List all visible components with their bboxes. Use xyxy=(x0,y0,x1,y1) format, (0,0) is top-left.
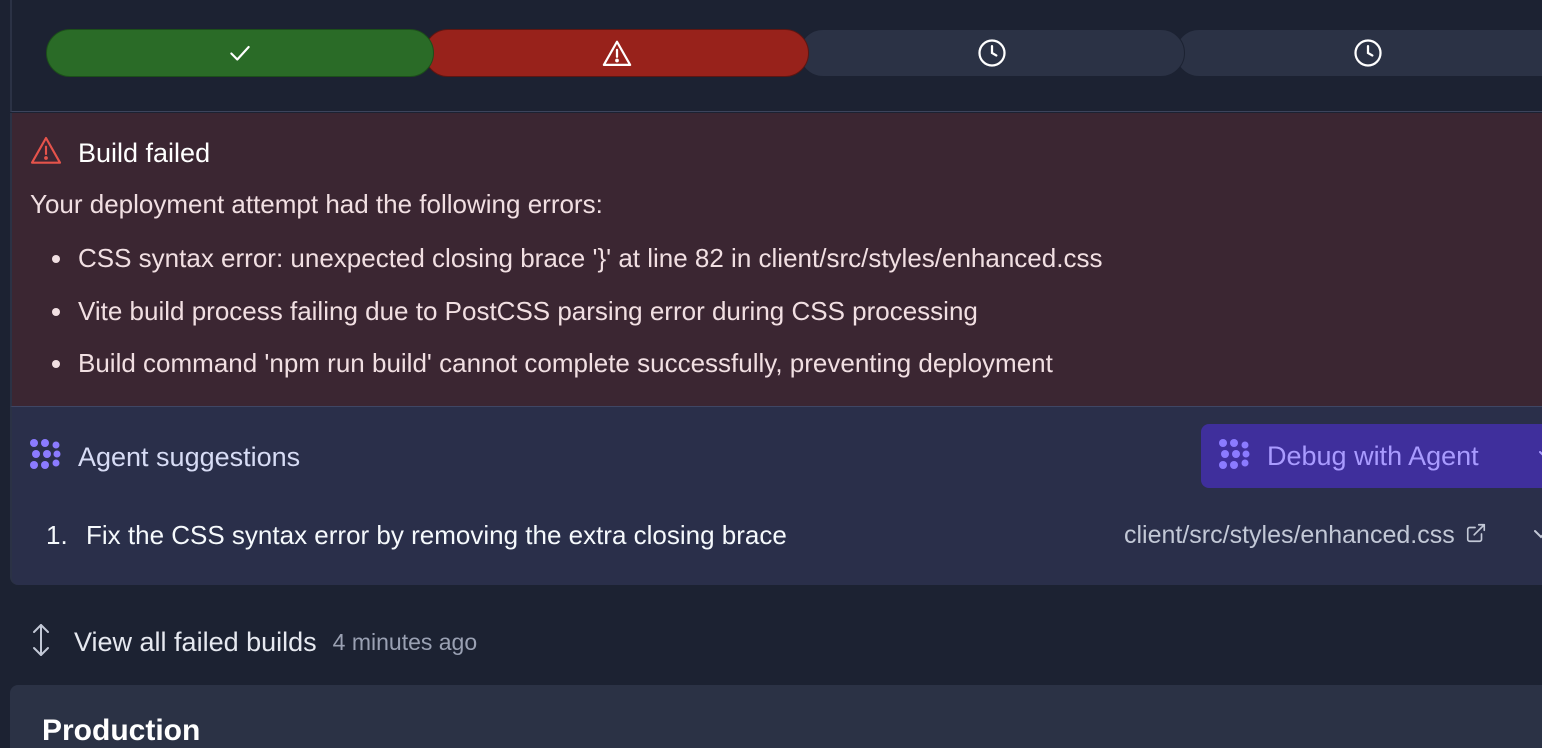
check-icon xyxy=(227,40,253,66)
bullet xyxy=(52,255,60,263)
agent-icon xyxy=(28,437,62,476)
failed-builds-timestamp: 4 minutes ago xyxy=(332,628,478,655)
production-card: Production xyxy=(10,685,1542,748)
error-item: CSS syntax error: unexpected closing bra… xyxy=(52,241,1102,294)
step-pending xyxy=(799,29,1185,77)
build-error-panel: Build failed Your deployment attempt had… xyxy=(10,113,1542,406)
suggestion-item[interactable]: 1. Fix the CSS syntax error by removing … xyxy=(46,517,1542,553)
suggestion-file-label: client/src/styles/enhanced.css xyxy=(1124,520,1455,549)
error-title: Build failed xyxy=(78,137,211,168)
deployment-stepper xyxy=(46,29,1542,77)
error-item: Vite build process failing due to PostCS… xyxy=(52,294,1102,347)
debug-with-agent-button[interactable]: Debug with Agent xyxy=(1201,424,1542,488)
debug-button-label: Debug with Agent xyxy=(1267,441,1479,471)
agent-suggestions-panel: Agent suggestions Debug with Agent 1. Fi… xyxy=(10,406,1542,585)
chevron-down-icon[interactable] xyxy=(1534,527,1542,546)
external-link-icon xyxy=(1455,522,1487,549)
step-pending xyxy=(1175,29,1542,77)
error-intro: Your deployment attempt had the followin… xyxy=(30,189,603,219)
warning-icon xyxy=(30,135,62,170)
agent-header: Agent suggestions xyxy=(28,437,300,476)
warning-icon xyxy=(602,39,632,67)
bullet xyxy=(52,360,60,368)
error-header: Build failed xyxy=(30,135,210,170)
bullet xyxy=(52,307,60,316)
step-build-failed xyxy=(424,29,809,77)
step-build-success xyxy=(46,29,434,77)
production-title: Production xyxy=(42,714,201,747)
agent-title: Agent suggestions xyxy=(78,441,301,472)
error-item: Build command 'npm run build' cannot com… xyxy=(52,346,1102,399)
clock-icon xyxy=(1353,38,1383,68)
error-list: CSS syntax error: unexpected closing bra… xyxy=(52,241,1102,399)
agent-icon xyxy=(1217,437,1251,476)
view-failed-builds-link[interactable]: View all failed builds xyxy=(74,627,317,658)
expand-vertical-icon xyxy=(30,622,52,663)
suggestion-text: Fix the CSS syntax error by removing the… xyxy=(86,519,787,550)
suggestion-number: 1. xyxy=(46,519,68,550)
suggestion-file-link[interactable]: client/src/styles/enhanced.css xyxy=(1124,517,1487,553)
view-failed-builds-row[interactable]: View all failed builds 4 minutes ago xyxy=(30,622,477,662)
clock-icon xyxy=(977,38,1007,68)
